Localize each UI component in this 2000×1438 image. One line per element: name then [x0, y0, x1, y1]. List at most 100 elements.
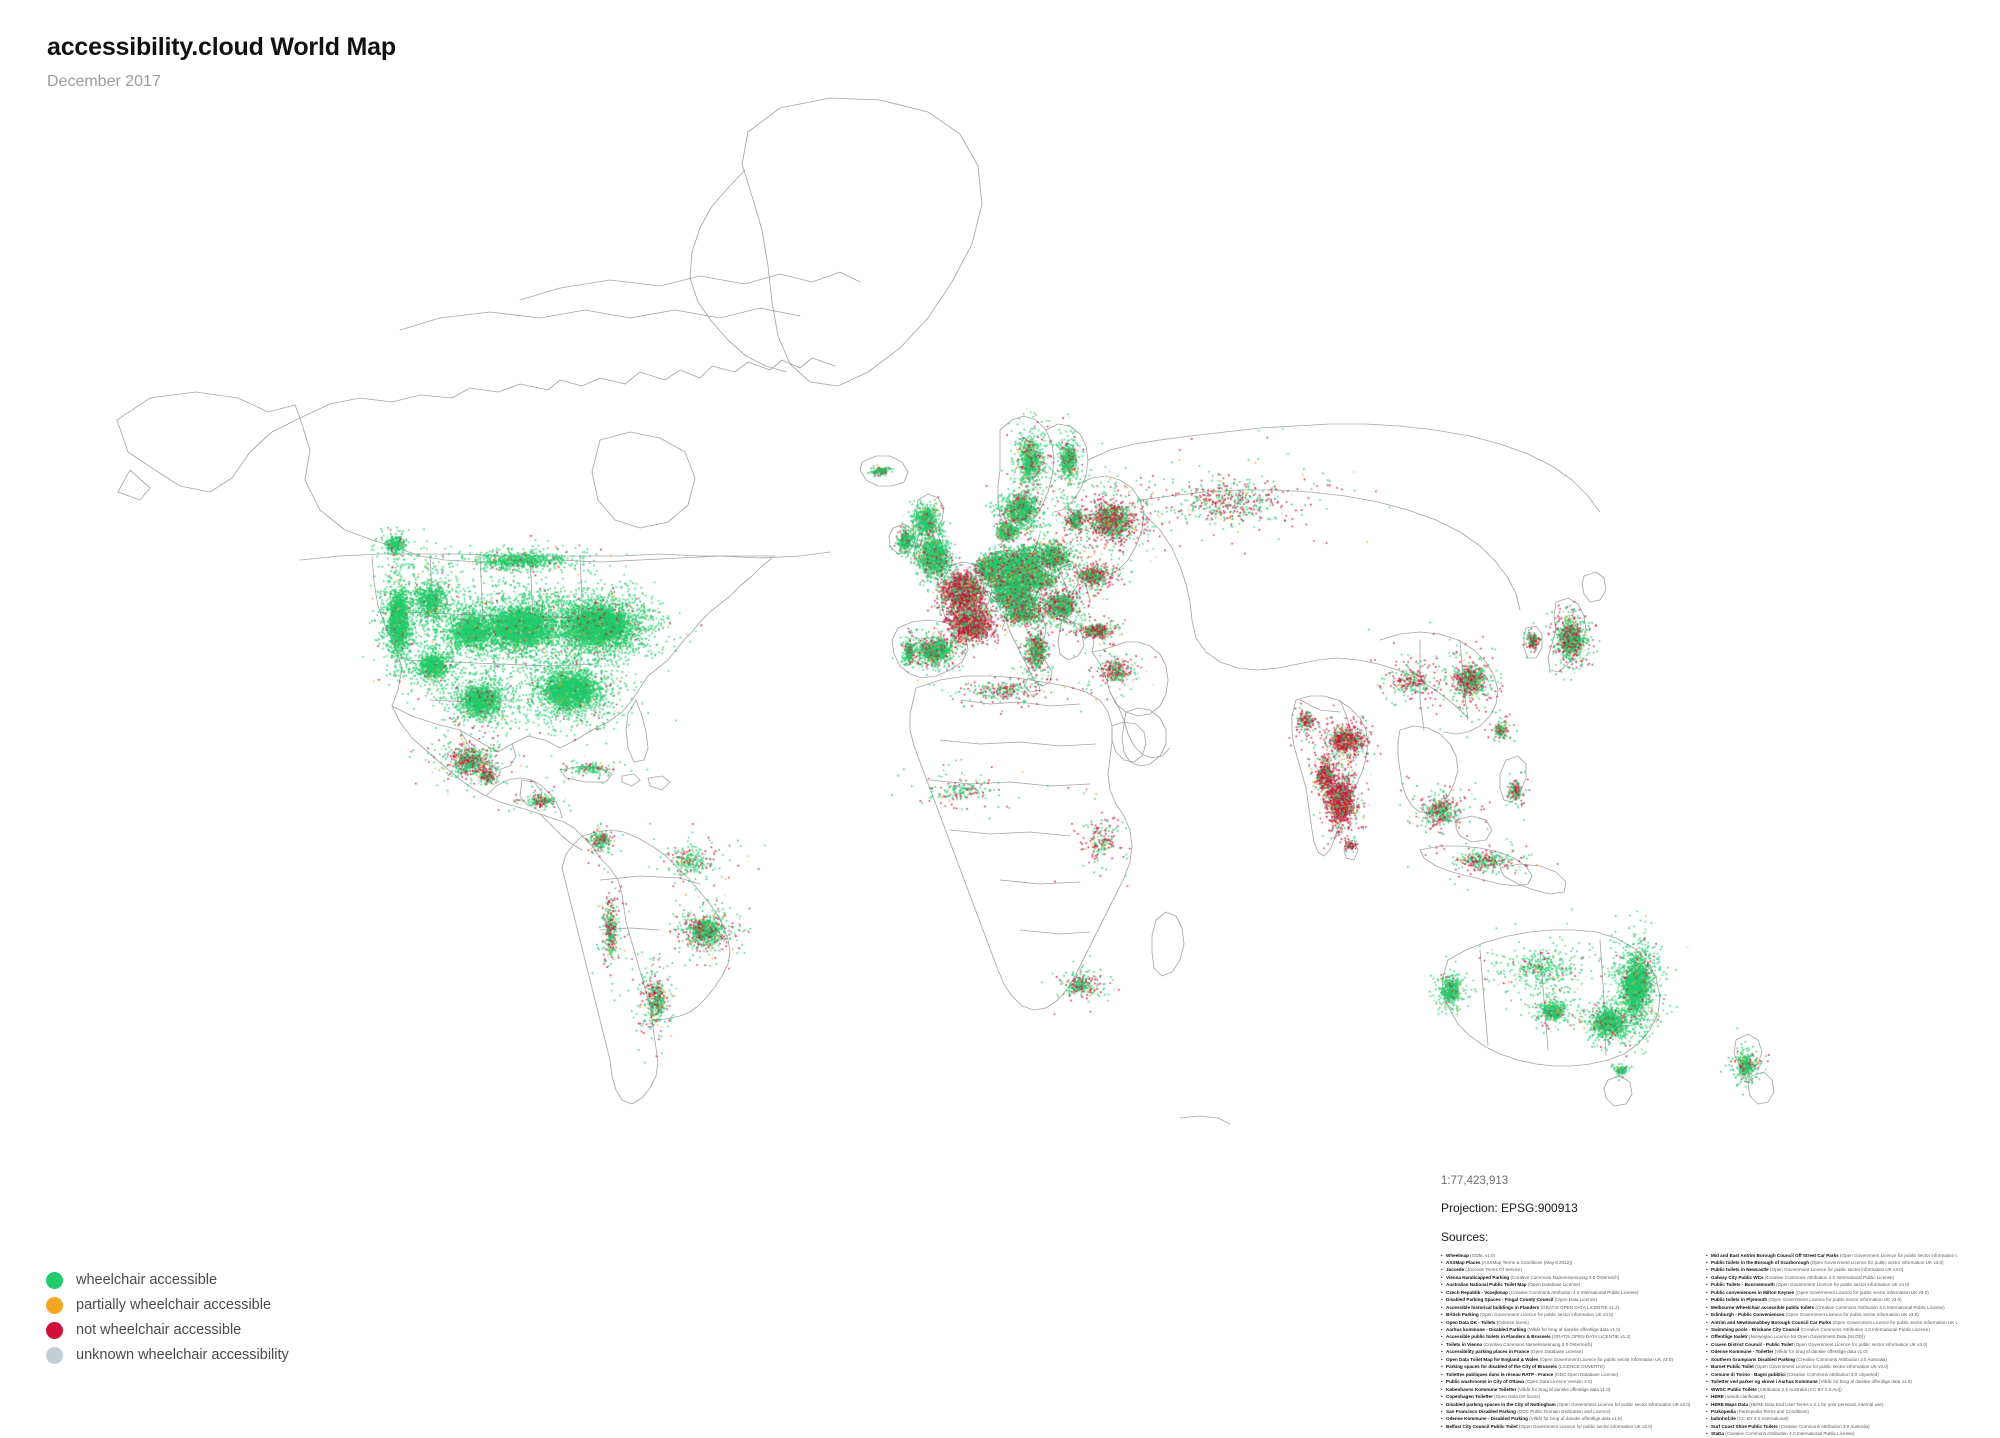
source-item: Aarhus kommune - Disabled Parking (Vilkå… [1441, 1326, 1692, 1333]
source-name: Parkopedia [1711, 1409, 1736, 1415]
source-item: Odense Kommune - Disabled Parking (Vilkå… [1441, 1415, 1692, 1422]
source-name: AXSMap Places [1446, 1259, 1481, 1265]
source-item: AXSMap Places (AXSMap Terms & Conditions… [1441, 1259, 1692, 1266]
source-license: (CC-BY 4.0 International) [1735, 1416, 1789, 1422]
source-name: Public washrooms in City of Ottawa [1446, 1379, 1525, 1385]
source-name: Københavns Kommune Toiletter [1446, 1386, 1517, 1392]
source-license: (Vilkår for brug af danske offentlige da… [1526, 1327, 1621, 1333]
source-license: (Open Government Licence for public sect… [1478, 1312, 1614, 1318]
source-item: Disabled Parking Spaces - Fingal County … [1441, 1296, 1692, 1303]
source-item: Australian National Public Toilet Map (O… [1441, 1281, 1692, 1288]
source-license: (Creative Commons Attribution 4.0 Intern… [1799, 1327, 1930, 1333]
source-name: Toiletter ved parker og skove i Aarhus K… [1711, 1379, 1818, 1385]
source-item: Melbourne Wheelchair accessible public t… [1706, 1304, 1957, 1311]
source-license: (Open Government Licence for public sect… [1831, 1319, 1957, 1325]
legend-item-partially-accessible: partially wheelchair accessible [46, 1293, 376, 1318]
source-name: Public toilets in Plymouth [1711, 1297, 1768, 1303]
source-item: HERE (needs clarification) [1706, 1393, 1957, 1400]
source-name: Accessible historical buildings in Fland… [1446, 1304, 1540, 1310]
source-license: (Odense licens) [1495, 1319, 1529, 1325]
source-name: Craven District Council - Public Toilet [1711, 1341, 1793, 1347]
source-name: WWSC Public Toilets [1711, 1386, 1757, 1392]
source-name: Melbourne Wheelchair accessible public t… [1711, 1304, 1815, 1310]
source-item: Disabled parking spaces in the City of N… [1441, 1401, 1692, 1408]
source-name: Disabled parking spaces in the City of N… [1446, 1401, 1556, 1407]
source-license: (LICENCE OUVERTE) [1557, 1364, 1605, 1370]
source-item: Parkopedia (Parkopedia Terms and Conditi… [1706, 1408, 1957, 1415]
source-license: (Creative Commons Attribution 3.0 Austra… [1794, 1356, 1887, 1362]
source-license: (Vilkår for brug af danske offentlige da… [1817, 1379, 1912, 1385]
source-license: (Open Government Licence for public sect… [1774, 1282, 1910, 1288]
source-license: (Creative Commons Attribution 4.0 Intern… [1814, 1304, 1945, 1310]
source-name: Mid and East Antrim Borough Council Off … [1711, 1252, 1839, 1258]
source-item: Public Toilets - Bournemouth (Open Gover… [1706, 1281, 1957, 1288]
source-name: San Francisco Disabled Parking [1446, 1409, 1516, 1415]
source-license: (Open Government Licence for public sect… [1538, 1356, 1673, 1362]
source-name: Wheelmap [1446, 1252, 1469, 1258]
map-meta: 1:77,423,913 Projection: EPSG:900913 Sou… [1441, 1175, 1971, 1438]
source-item: Galway City Public WCs (Creative Commons… [1706, 1274, 1957, 1281]
source-item: Barnet Public Toilet (Open Government Li… [1706, 1363, 1957, 1370]
source-name: Aarhus kommune - Disabled Parking [1446, 1327, 1527, 1333]
source-item: Craven District Council - Public Toilet … [1706, 1341, 1957, 1348]
source-license: (Open Database License) [1529, 1349, 1583, 1355]
source-license: (Open Data DK licens) [1492, 1394, 1541, 1400]
source-name: HERE Maps Data [1711, 1401, 1749, 1407]
source-license: (Vilkår for brug af danske offentlige da… [1516, 1386, 1611, 1392]
legend-item-unknown-accessibility: unknown wheelchair accessibility [46, 1343, 376, 1368]
source-item: Copenhagen Toiletter (Open Data DK licen… [1441, 1393, 1692, 1400]
source-license: (Open Government Licence for public sect… [1794, 1289, 1929, 1295]
source-name: Surf Coast Shire Public Toilets [1711, 1423, 1778, 1429]
source-item: Odense Kommune - Toiletter (Vilkår for b… [1706, 1348, 1957, 1355]
source-item: Public toilets in Newcastle (Open Govern… [1706, 1266, 1957, 1273]
source-license: (needs clarification) [1723, 1394, 1765, 1400]
source-name: bahnhof.de [1711, 1416, 1736, 1422]
source-name: Odense Kommune - Toiletter [1711, 1349, 1774, 1355]
source-license: (Open Data Licence Version 2.0) [1524, 1379, 1593, 1385]
page-subtitle: December 2017 [47, 72, 161, 90]
source-item: Public toilets in Plymouth (Open Governm… [1706, 1296, 1957, 1303]
source-item: Parking spaces for disabled of the City … [1441, 1363, 1692, 1370]
source-name: Open Data Toilet Map for England & Wales [1446, 1356, 1539, 1362]
sources-column-right: Mid and East Antrim Borough Council Off … [1706, 1252, 1957, 1438]
source-item: Offentlige toaletr (Norwegian Licence fo… [1706, 1333, 1957, 1340]
source-name: Belfast City Council Public Toilet [1446, 1423, 1518, 1429]
source-item: Accessibility parking places in France (… [1441, 1348, 1692, 1355]
source-item: Southern Grampians Disabled Parking (Cre… [1706, 1356, 1957, 1363]
source-name: Toilettes publiques dans le réseau RATP … [1446, 1371, 1554, 1377]
source-name: Copenhagen Toiletter [1446, 1394, 1493, 1400]
source-name: Czech Republik - Vozejkmap [1446, 1289, 1508, 1295]
source-name: Antrim and Newtownabbey Borough Council … [1711, 1319, 1832, 1325]
source-item: Swimming pools - Brisbane City Council (… [1706, 1326, 1957, 1333]
source-item: Københavns Kommune Toiletter (Vilkår for… [1441, 1386, 1692, 1393]
source-name: Toilets in Vienna [1446, 1341, 1483, 1347]
map-header: accessibility.cloud World Map December 2… [47, 33, 947, 90]
legend-swatch-partially-accessible-icon [46, 1297, 63, 1314]
map-legend: wheelchair accessible partially wheelcha… [46, 1268, 376, 1368]
source-license: (Parkopedia Terms and Conditions) [1735, 1409, 1809, 1415]
source-license: (Norwegian Licence for Open Government D… [1747, 1334, 1865, 1340]
source-license: (Open Government Licence for public sect… [1768, 1267, 1904, 1273]
page-title: accessibility.cloud World Map [47, 33, 396, 61]
legend-label-not-accessible: not wheelchair accessible [76, 1322, 242, 1339]
source-name: Swimming pools - Brisbane City Council [1711, 1327, 1800, 1333]
source-item: WWSC Public Toilets (Attribution 2.5 Aus… [1706, 1386, 1957, 1393]
source-name: Parking spaces for disabled of the City … [1446, 1364, 1558, 1370]
source-item: Toilets in Vienna (Creative Commons Name… [1441, 1341, 1692, 1348]
source-license: (Open Government Licence for public sect… [1767, 1297, 1902, 1303]
source-item: Accessible public toilets in Flanders & … [1441, 1333, 1692, 1340]
sources-column-left: Wheelmap (ODbL v1.0)AXSMap Places (AXSMa… [1441, 1252, 1692, 1438]
source-item: San Francisco Disabled Parking (ODC Publ… [1441, 1408, 1692, 1415]
source-name: Barnet Public Toilet [1711, 1364, 1754, 1370]
source-name: Accessibility parking places in France [1446, 1349, 1530, 1355]
source-name: Accessible public toilets in Flanders & … [1446, 1334, 1551, 1340]
source-item: Toilettes publiques dans le réseau RATP … [1441, 1371, 1692, 1378]
source-item: Comune di Torino - Bagni pubblici (Creat… [1706, 1371, 1957, 1378]
source-license: (Open Government Licence for public sect… [1839, 1252, 1957, 1258]
source-license: (Creative Commons Attribution 4.0 Intern… [1507, 1289, 1639, 1295]
source-name: Australian National Public Toilet Map [1446, 1282, 1527, 1288]
source-item: Edinburgh - Public Conveniences (Open Go… [1706, 1311, 1957, 1318]
source-license: (GRATIS OPEN DATA LICENTIE v1.2) [1539, 1304, 1620, 1310]
source-item: Antrim and Newtownabbey Borough Council … [1706, 1319, 1957, 1326]
map-scale: 1:77,423,913 [1441, 1175, 1509, 1187]
